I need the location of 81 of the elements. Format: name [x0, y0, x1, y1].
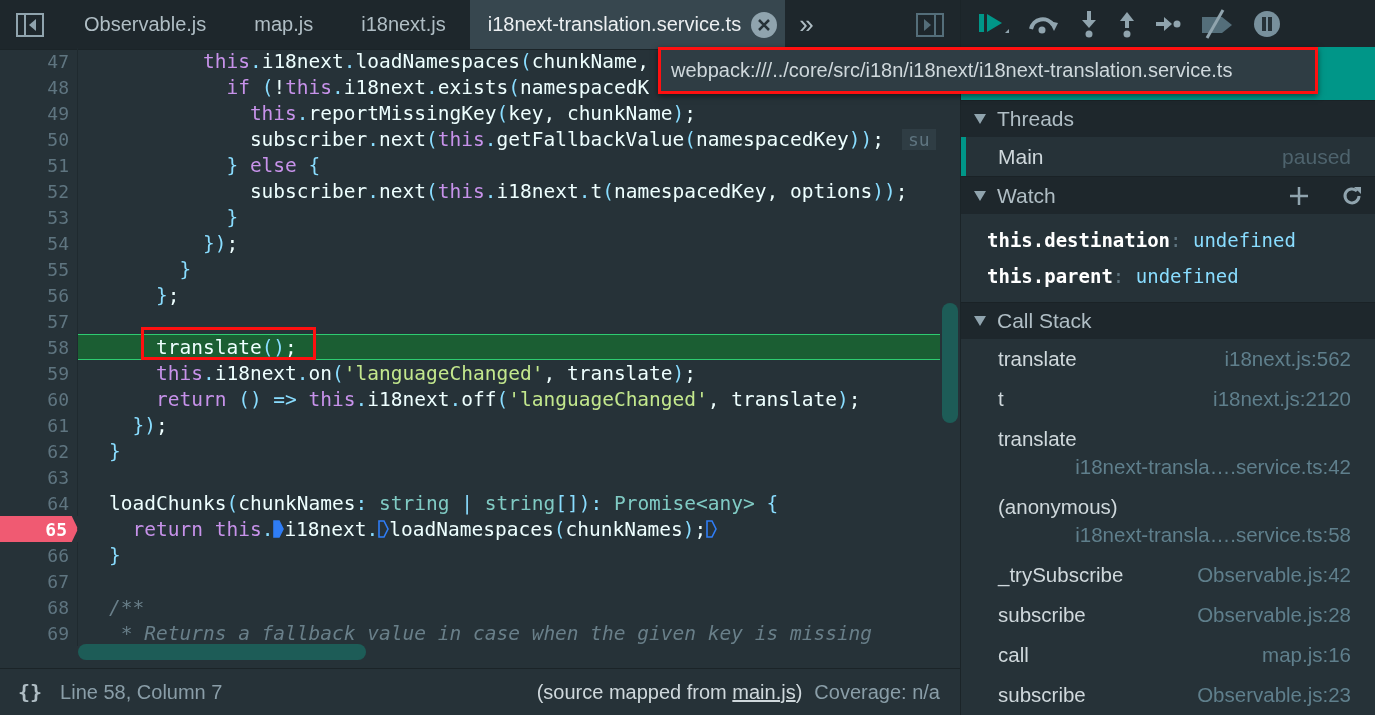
line-number[interactable]: 63	[0, 464, 78, 490]
code-line: subscriber.next(this.getFallbackValue(namespacedKey)); su	[78, 126, 960, 152]
code-line: loadChunks(chunkNames: string | string[]): Promise<any> {	[108, 490, 780, 516]
code-line: this.reportMissingKey(key, chunkName);	[248, 100, 698, 126]
file-tab[interactable]: i18next-translation.service.ts	[469, 0, 786, 49]
code-line: }	[108, 438, 122, 464]
coverage-label: Coverage: n/a	[813, 680, 941, 704]
line-number[interactable]: 57	[0, 308, 78, 334]
threads-header[interactable]: Threads	[961, 100, 1375, 138]
call-frame[interactable]: subscribe Observable.js:23	[961, 675, 1375, 715]
call-frame[interactable]: t i18next.js:2120	[961, 379, 1375, 419]
line-number[interactable]: 51	[0, 152, 78, 178]
step-icon[interactable]	[1155, 15, 1181, 32]
line-number[interactable]: 54	[0, 230, 78, 256]
add-icon[interactable]	[1289, 185, 1309, 206]
code-line: return this. i18next. loadNamespaces(chunkNames);	[78, 516, 960, 542]
caret-down-icon	[973, 314, 987, 327]
file-tab[interactable]: i18next.js	[337, 0, 470, 49]
more-tabs-button[interactable]: »	[785, 0, 828, 49]
line-number[interactable]: 60	[0, 386, 78, 412]
code-line: });	[201, 230, 240, 256]
line-number[interactable]: 67	[0, 568, 78, 594]
code-line: return () => this.i18next.off('languageChanged', translate);	[154, 386, 862, 412]
watch-expression[interactable]: this.destination: undefined	[987, 221, 1375, 258]
pretty-print-button[interactable]: {}	[0, 680, 61, 704]
caret-down-icon	[973, 189, 987, 202]
step-into-icon[interactable]	[1079, 9, 1099, 38]
inline-hint: su	[901, 128, 936, 150]
pause-icon[interactable]	[1253, 9, 1281, 38]
line-number[interactable]: 68	[0, 594, 78, 620]
line-number[interactable]: 65	[0, 516, 78, 542]
code-line: /**	[108, 594, 146, 620]
call-frame[interactable]: _trySubscribe Observable.js:42	[961, 555, 1375, 595]
call-frame[interactable]: translate i18next.js:562	[961, 339, 1375, 379]
line-number[interactable]: 59	[0, 360, 78, 386]
line-number[interactable]: 61	[0, 412, 78, 438]
line-number[interactable]: 50	[0, 126, 78, 152]
line-number[interactable]: 69	[0, 620, 78, 646]
code-line: }	[178, 256, 193, 282]
tooltip: webpack:///../core/src/i18n/i18next/i18next-translation.service.ts	[658, 47, 1318, 94]
breakpoint-marker-icon[interactable]	[273, 520, 285, 538]
code-line: } else {	[225, 152, 322, 178]
watch-header[interactable]: Watch	[961, 176, 1375, 214]
caret-down-icon	[973, 113, 987, 126]
code-line: };	[154, 282, 181, 308]
source-map-info: (source mapped from main.js)	[536, 680, 803, 704]
line-number[interactable]: 48	[0, 74, 78, 100]
scrollbar-thumb[interactable]	[78, 644, 366, 660]
call-stack-header[interactable]: Call Stack	[961, 301, 1375, 339]
close-icon[interactable]	[751, 11, 778, 38]
line-number[interactable]: 62	[0, 438, 78, 464]
code-line: });	[131, 412, 169, 438]
file-tab[interactable]: map.js	[230, 0, 338, 49]
refresh-icon[interactable]	[1341, 184, 1363, 207]
call-frame[interactable]: (anonymous) i18next-transla….service.ts:58	[961, 487, 1375, 555]
line-number[interactable]: 56	[0, 282, 78, 308]
line-number[interactable]: 55	[0, 256, 78, 282]
code-line: if (!this.i18next.exists(namespacedK	[225, 74, 651, 100]
breakpoint-marker-icon[interactable]	[378, 520, 390, 538]
code-line: subscriber.next(this.i18next.t(namespacedKey, options));	[248, 178, 909, 204]
line-number[interactable]: 47	[0, 48, 78, 74]
code-line: this.i18next.on('languageChanged', translate);	[154, 360, 698, 386]
line-number[interactable]: 53	[0, 204, 78, 230]
section-title: Watch	[997, 183, 1056, 208]
watch-expression[interactable]: this.parent: undefined	[987, 257, 1375, 294]
line-number[interactable]: 52	[0, 178, 78, 204]
code-line: }	[108, 542, 122, 568]
file-tab[interactable]: Observable.js	[60, 0, 231, 49]
breakpoint-marker-icon[interactable]	[706, 520, 718, 538]
call-frame[interactable]: subscribe Observable.js:28	[961, 595, 1375, 635]
cursor-position: Line 58, Column 7	[60, 680, 223, 704]
code-line: }	[225, 204, 240, 230]
section-title: Threads	[997, 107, 1075, 132]
source-link[interactable]: main.js	[732, 680, 796, 703]
line-number[interactable]: 49	[0, 100, 78, 126]
code-line: * Returns a fallback value in case when the given key is missing	[119, 620, 874, 646]
line-number[interactable]: 66	[0, 542, 78, 568]
call-frame[interactable]: call map.js:16	[961, 635, 1375, 675]
call-frame[interactable]: translate i18next-transla….service.ts:42	[961, 419, 1375, 487]
section-title: Call Stack	[997, 308, 1092, 333]
scrollbar-thumb[interactable]	[942, 303, 958, 423]
